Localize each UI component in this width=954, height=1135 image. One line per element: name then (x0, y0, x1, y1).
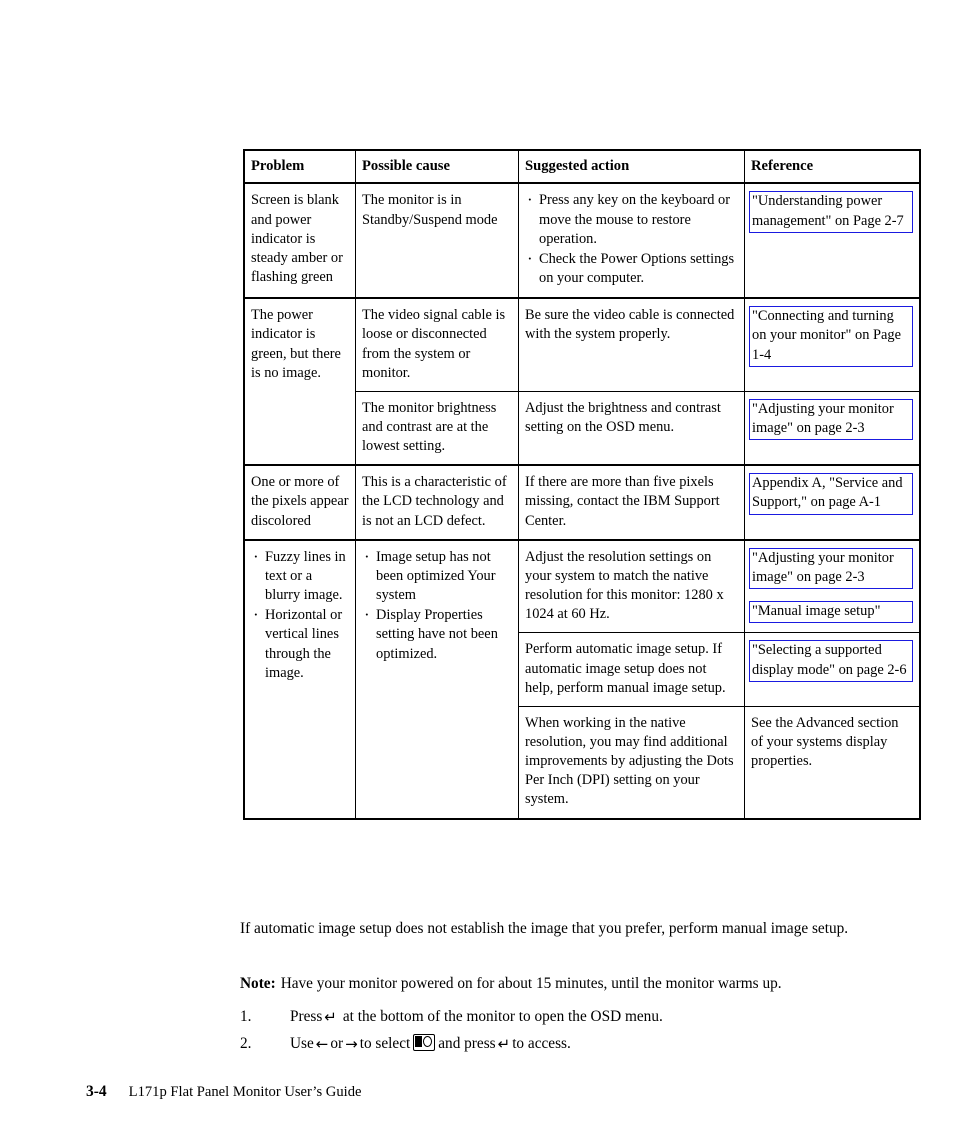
cell-reference: "Connecting and turning on your monitor"… (744, 297, 921, 392)
column-header-action: Suggested action (518, 149, 745, 185)
step-number: 2. (240, 1035, 252, 1052)
document-page: Problem Possible cause Suggested action … (0, 0, 954, 1135)
cell-action: When working in the native resolution, y… (518, 705, 745, 820)
cell-problem: Fuzzy lines in text or a blurry image. H… (243, 538, 356, 820)
table-body: Screen is blank and power indicator is s… (243, 182, 921, 820)
step-text-before: Press (290, 1008, 323, 1025)
cell-reference: See the Advanced section of your systems… (744, 705, 921, 820)
step-text-after: at the bottom of the monitor to open the… (342, 1008, 663, 1025)
cell-action: If there are more than five pixels missi… (518, 464, 745, 541)
page-footer: 3-4 L171p Flat Panel Monitor User’s Guide (86, 1083, 361, 1101)
footer-page-number: 3-4 (86, 1083, 107, 1100)
cell-cause: This is a characteristic of the LCD tech… (355, 464, 519, 541)
reference-link[interactable]: "Connecting and turning on your monitor"… (749, 306, 913, 367)
image-setup-osd-icon (413, 1034, 436, 1051)
left-arrow-icon: ← (315, 1035, 329, 1053)
step-2: 2. Use ← or → to select and press ↵ to access. (240, 1033, 571, 1054)
cell-action: Be sure the video cable is connected wit… (518, 297, 745, 392)
step-text-use: Use (290, 1035, 314, 1052)
enter-key-icon: ↵ (324, 1008, 337, 1026)
action-bullet-list: Press any key on the keyboard or move th… (525, 189, 738, 288)
cell-reference: "Selecting a supported display mode" on … (744, 632, 921, 707)
cell-action: Perform automatic image setup. If automa… (518, 632, 745, 707)
step-text-access: to access. (512, 1035, 571, 1052)
table-header: Problem Possible cause Suggested action … (243, 149, 921, 185)
table-row: The power indicator is green, but there … (243, 297, 921, 466)
reference-link[interactable]: "Adjusting your monitor image" on page 2… (749, 398, 913, 441)
cell-problem: Screen is blank and power indicator is s… (243, 182, 356, 299)
reference-link[interactable]: "Adjusting your monitor image" on page 2… (749, 547, 913, 590)
reference-link[interactable]: Appendix A, "Service and Support," on pa… (749, 473, 913, 515)
step-text-press: and press (438, 1035, 496, 1052)
list-item: Horizontal or vertical lines through the… (251, 604, 349, 683)
cell-cause: The monitor brightness and contrast are … (355, 390, 519, 466)
reference-link[interactable]: "Understanding power management" on Page… (749, 191, 913, 233)
list-item: Display Properties setting have not been… (362, 604, 512, 663)
cell-action: Press any key on the keyboard or move th… (518, 182, 745, 299)
cell-problem: The power indicator is green, but there … (243, 297, 356, 466)
cell-cause: Image setup has not been optimized Your … (355, 538, 519, 820)
cell-cause: The video signal cable is loose or disco… (355, 297, 519, 392)
table-header-row: Problem Possible cause Suggested action … (243, 149, 921, 185)
problem-bullet-list: Fuzzy lines in text or a blurry image. H… (251, 546, 349, 683)
table-row: One or more of the pixels appear discolo… (243, 464, 921, 541)
list-item: Image setup has not been optimized Your … (362, 546, 512, 605)
cell-action: Adjust the brightness and contrast setti… (518, 390, 745, 466)
intro-paragraph: If automatic image setup does not establ… (240, 920, 849, 938)
cell-action: Adjust the resolution settings on your s… (518, 538, 745, 634)
troubleshooting-table: Problem Possible cause Suggested action … (243, 149, 921, 820)
troubleshooting-table-wrapper: Problem Possible cause Suggested action … (243, 149, 921, 820)
column-header-cause: Possible cause (355, 149, 519, 185)
table-row: Fuzzy lines in text or a blurry image. H… (243, 538, 921, 820)
note-text: Have your monitor powered on for about 1… (280, 975, 782, 993)
reference-link[interactable]: "Manual image setup" (749, 601, 913, 624)
footer-title: L171p Flat Panel Monitor User’s Guide (128, 1084, 362, 1100)
cell-reference: "Adjusting your monitor image" on page 2… (744, 538, 921, 634)
list-item: Check the Power Options settings on your… (525, 248, 738, 288)
reference-link[interactable]: "Selecting a supported display mode" on … (749, 640, 913, 682)
enter-key-icon: ↵ (497, 1035, 511, 1053)
step-text-select: to select (359, 1035, 411, 1052)
cell-cause: The monitor is in Standby/Suspend mode (355, 182, 519, 299)
note-paragraph: Note: Have your monitor powered on for ab… (240, 973, 918, 995)
cell-reference: Appendix A, "Service and Support," on pa… (744, 464, 921, 541)
cell-reference: "Understanding power management" on Page… (744, 182, 921, 299)
note-label: Note: (240, 975, 276, 993)
table-row: Screen is blank and power indicator is s… (243, 182, 921, 299)
list-item: Press any key on the keyboard or move th… (525, 189, 738, 248)
cell-problem: One or more of the pixels appear discolo… (243, 464, 356, 541)
right-arrow-icon: → (345, 1035, 358, 1053)
column-header-problem: Problem (243, 149, 356, 185)
list-item: Fuzzy lines in text or a blurry image. (251, 546, 349, 605)
step-1: 1. Press ↵ at the bottom of the monitor to … (240, 1006, 663, 1027)
cause-bullet-list: Image setup has not been optimized Your … (362, 546, 512, 664)
step-text-or: or (330, 1035, 344, 1052)
column-header-reference: Reference (744, 149, 921, 185)
step-number: 1. (240, 1008, 252, 1025)
cell-reference: "Adjusting your monitor image" on page 2… (744, 390, 921, 466)
